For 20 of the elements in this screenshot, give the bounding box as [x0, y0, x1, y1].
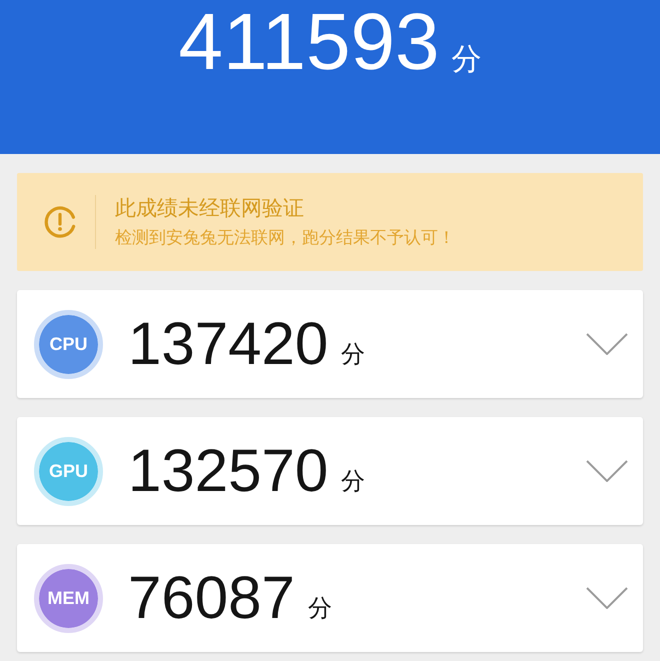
category-score: 76087	[128, 568, 295, 628]
warning-message: 检测到安兔兔无法联网，跑分结果不予认可！	[115, 228, 455, 248]
score-unit: 分	[308, 597, 332, 621]
warning-icon	[44, 206, 76, 238]
score-unit: 分	[341, 343, 366, 367]
chevron-down-icon[interactable]	[586, 333, 628, 355]
total-score: 411593	[178, 2, 440, 82]
category-badge: CPU	[34, 310, 103, 378]
score-unit: 分	[341, 470, 366, 494]
chevron-down-icon[interactable]	[586, 460, 628, 482]
score-card[interactable]: GPU 132570 分	[17, 417, 643, 525]
warning-title: 此成绩未经联网验证	[115, 196, 305, 220]
score-unit: 分	[452, 45, 482, 75]
category-badge: MEM	[34, 564, 103, 632]
category-score: 132570	[128, 441, 328, 501]
category-score: 137420	[128, 314, 328, 374]
category-badge: GPU	[34, 436, 103, 506]
chevron-down-icon[interactable]	[586, 587, 628, 609]
score-card[interactable]: CPU 137420 分	[17, 290, 643, 398]
score-card[interactable]: MEM 76087 分	[17, 544, 643, 652]
